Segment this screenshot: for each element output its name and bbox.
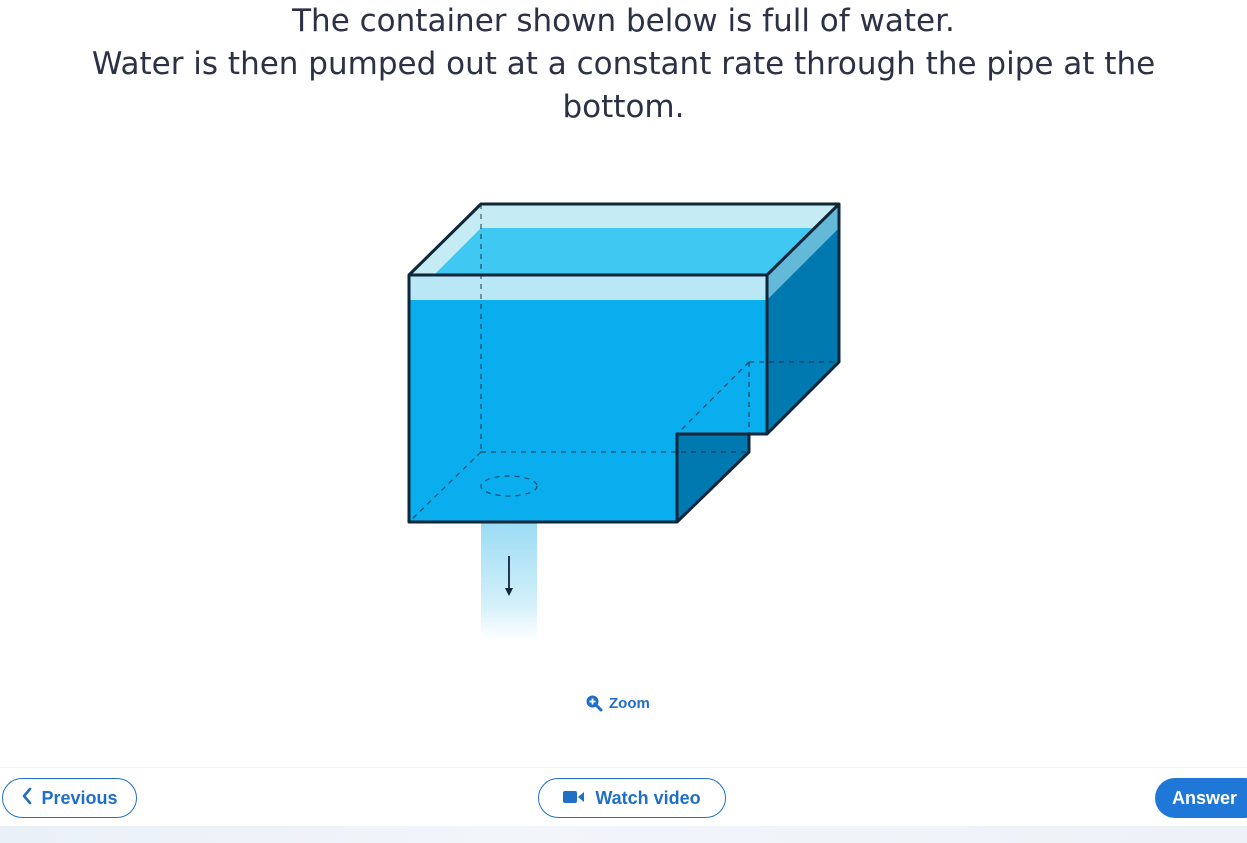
previous-label: Previous: [41, 787, 118, 808]
bottom-bar: [0, 826, 1247, 843]
footer-divider: [0, 767, 1247, 768]
zoom-label: Zoom: [609, 694, 650, 712]
question-line-1: The container shown below is full of wat…: [292, 3, 955, 39]
question-line-2: Water is then pumped out at a constant r…: [91, 46, 1156, 82]
watch-video-label: Watch video: [595, 787, 701, 808]
answer-label: Answer: [1172, 787, 1238, 808]
question-line-3: bottom.: [562, 89, 685, 125]
video-camera-icon: [563, 788, 585, 809]
zoom-button[interactable]: Zoom: [585, 690, 650, 716]
watch-video-button[interactable]: Watch video: [538, 778, 726, 818]
container-illustration: [407, 202, 841, 640]
answer-button[interactable]: Answer: [1155, 778, 1247, 818]
chevron-left-icon: [21, 787, 33, 810]
previous-button[interactable]: Previous: [2, 778, 137, 818]
water-container-diagram: [340, 185, 900, 655]
question-text: The container shown below is full of wat…: [0, 0, 1247, 129]
zoom-in-icon: [585, 694, 603, 712]
